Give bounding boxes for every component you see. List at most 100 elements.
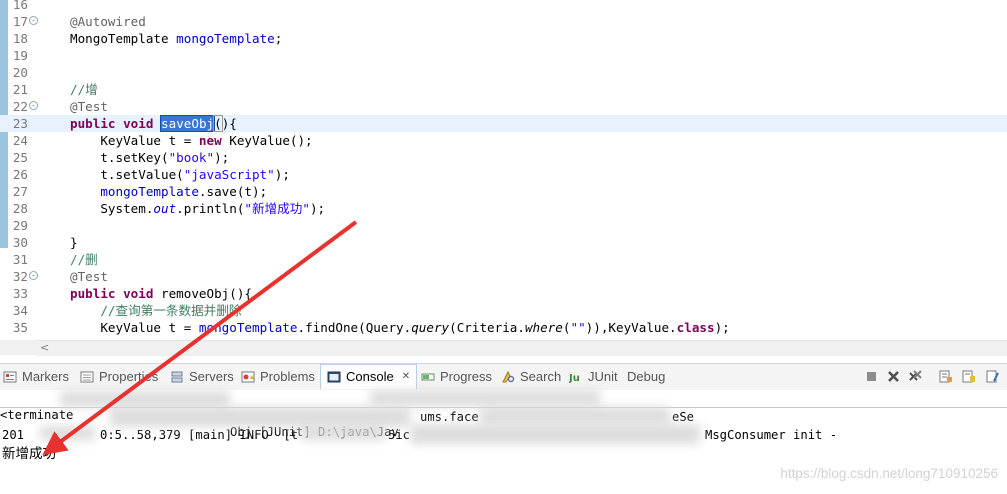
code-token: where [524, 320, 563, 335]
ruler-corner [0, 340, 37, 355]
servers-icon [171, 371, 183, 383]
console-log-fragment: 5ic [388, 428, 411, 442]
tab-search[interactable]: Search [501, 364, 561, 390]
tab-servers[interactable]: Servers [170, 364, 234, 390]
pin-console-icon[interactable] [985, 369, 1000, 384]
code-line[interactable]: 26 t.setValue("javaScript"); [0, 166, 1007, 183]
code-text: @Test [70, 268, 108, 285]
line-number: 31 [12, 252, 28, 267]
code-token: @Autowired [70, 14, 146, 29]
code-line[interactable]: 34 //查询第一条数据并删除 [0, 302, 1007, 319]
code-line[interactable]: 35 KeyValue t = mongoTemplate.findOne(Qu… [0, 319, 1007, 336]
tab-properties[interactable]: Properties [80, 364, 158, 390]
close-icon[interactable]: ✕ [402, 364, 410, 390]
line-number: 29 [12, 218, 28, 233]
code-line[interactable]: 18 MongoTemplate mongoTemplate; [0, 30, 1007, 47]
tab-junit[interactable]: Ju JUnit [569, 364, 618, 390]
tab-progress[interactable]: Progress [421, 364, 492, 390]
code-token: KeyValue(); [221, 133, 313, 148]
scroll-lock-icon[interactable] [961, 369, 976, 384]
code-line[interactable]: 33 public void removeObj(){ [0, 285, 1007, 302]
code-text: //查询第一条数据并删除 [70, 302, 241, 319]
console-result-text: 新增成功 [2, 446, 56, 462]
properties-icon [80, 371, 94, 383]
selected-token: saveObj [160, 115, 216, 132]
code-token: ; [274, 31, 283, 46]
code-line[interactable]: 25 t.setKey("book"); [0, 149, 1007, 166]
line-number: 34 [12, 303, 28, 318]
editor-horizontal-scrollbar[interactable]: < [37, 340, 1007, 356]
line-number: 19 [12, 48, 28, 63]
code-token: removeObj(){ [153, 286, 253, 301]
progress-icon [421, 373, 435, 381]
code-line[interactable]: 20 [0, 64, 1007, 81]
code-token: out [153, 201, 177, 216]
fold-toggle-icon[interactable]: - [29, 101, 38, 110]
line-number: 23 [12, 116, 28, 131]
code-text: KeyValue t = mongoTemplate.findOne(Query… [70, 319, 730, 336]
terminate-icon[interactable] [864, 369, 879, 384]
code-text: t.setValue("javaScript"); [70, 166, 290, 183]
tab-label: Problems [260, 369, 315, 384]
code-token: ( [213, 115, 223, 132]
code-editor[interactable]: 16 17- @Autowired 18 MongoTemplate mongoTemp… [0, 0, 1007, 340]
code-line[interactable]: 30} [0, 234, 1007, 251]
search-icon [502, 370, 515, 383]
line-number: 22 [12, 99, 28, 114]
line-number: 17 [12, 14, 28, 29]
code-line[interactable]: 32- @Test [0, 268, 1007, 285]
tab-debug[interactable]: Debug [627, 364, 665, 390]
code-text: public void saveObj(){ [70, 115, 237, 132]
fold-toggle-icon[interactable]: - [29, 271, 38, 280]
line-number: 35 [12, 320, 28, 335]
code-text: t.setKey("book"); [70, 149, 229, 166]
tab-label: Console [346, 369, 394, 384]
code-token: mongoTemplate [100, 184, 199, 199]
code-token: public [70, 116, 116, 131]
line-number: 26 [12, 167, 28, 182]
code-line[interactable]: 21 //增 [0, 81, 1007, 98]
code-line[interactable]: 29 [0, 217, 1007, 234]
code-token: "新增成功" [244, 201, 310, 216]
remove-all-icon[interactable] [908, 369, 923, 384]
code-token: ); [714, 320, 730, 335]
code-token: .save(t); [198, 184, 268, 199]
redaction-blur [300, 426, 385, 440]
tab-label: Markers [22, 369, 69, 384]
code-line[interactable]: 22- @Test [0, 98, 1007, 115]
tab-problems[interactable]: Problems [241, 364, 315, 390]
remove-launch-icon[interactable] [886, 369, 901, 384]
code-token: KeyValue t = [70, 133, 199, 148]
code-token: query [411, 320, 450, 335]
clear-console-icon[interactable] [938, 369, 953, 384]
code-line[interactable]: 17- @Autowired [0, 13, 1007, 30]
scroll-left-icon[interactable]: < [40, 341, 49, 355]
line-number: 25 [12, 150, 28, 165]
code-line[interactable]: 24 KeyValue t = new KeyValue(); [0, 132, 1007, 149]
code-token: //增 [70, 82, 98, 97]
line-number: 24 [12, 133, 28, 148]
code-line[interactable]: 31 //删 [0, 251, 1007, 268]
code-token: mongoTemplate [176, 31, 275, 46]
code-line[interactable]: 19 [0, 47, 1007, 64]
code-token: mongoTemplate [198, 320, 298, 335]
tab-markers[interactable]: Markers [3, 364, 69, 390]
tab-label: Properties [99, 369, 159, 384]
fold-toggle-icon[interactable]: - [29, 16, 38, 25]
code-line[interactable]: 27 mongoTemplate.save(t); [0, 183, 1007, 200]
code-text: @Test [70, 98, 108, 115]
code-line[interactable]: 16 [0, 0, 1007, 13]
redaction-blur [480, 407, 670, 425]
tab-console[interactable]: Console ✕ [320, 364, 418, 390]
line-number: 30 [12, 235, 28, 250]
code-token: ); [214, 150, 230, 165]
line-number: 32 [12, 269, 28, 284]
code-line[interactable]: 28 System.out.println("新增成功"); [0, 200, 1007, 217]
console-output[interactable]: <terminate Obj [JUnit] D:\java\Jav ums.f… [0, 390, 1007, 494]
code-token: ); [309, 201, 326, 216]
code-token: void [123, 286, 154, 301]
code-text: System.out.println("新增成功"); [70, 200, 325, 217]
code-line[interactable]: 23 public void saveObj(){ [0, 115, 1007, 132]
line-number: 27 [12, 184, 28, 199]
